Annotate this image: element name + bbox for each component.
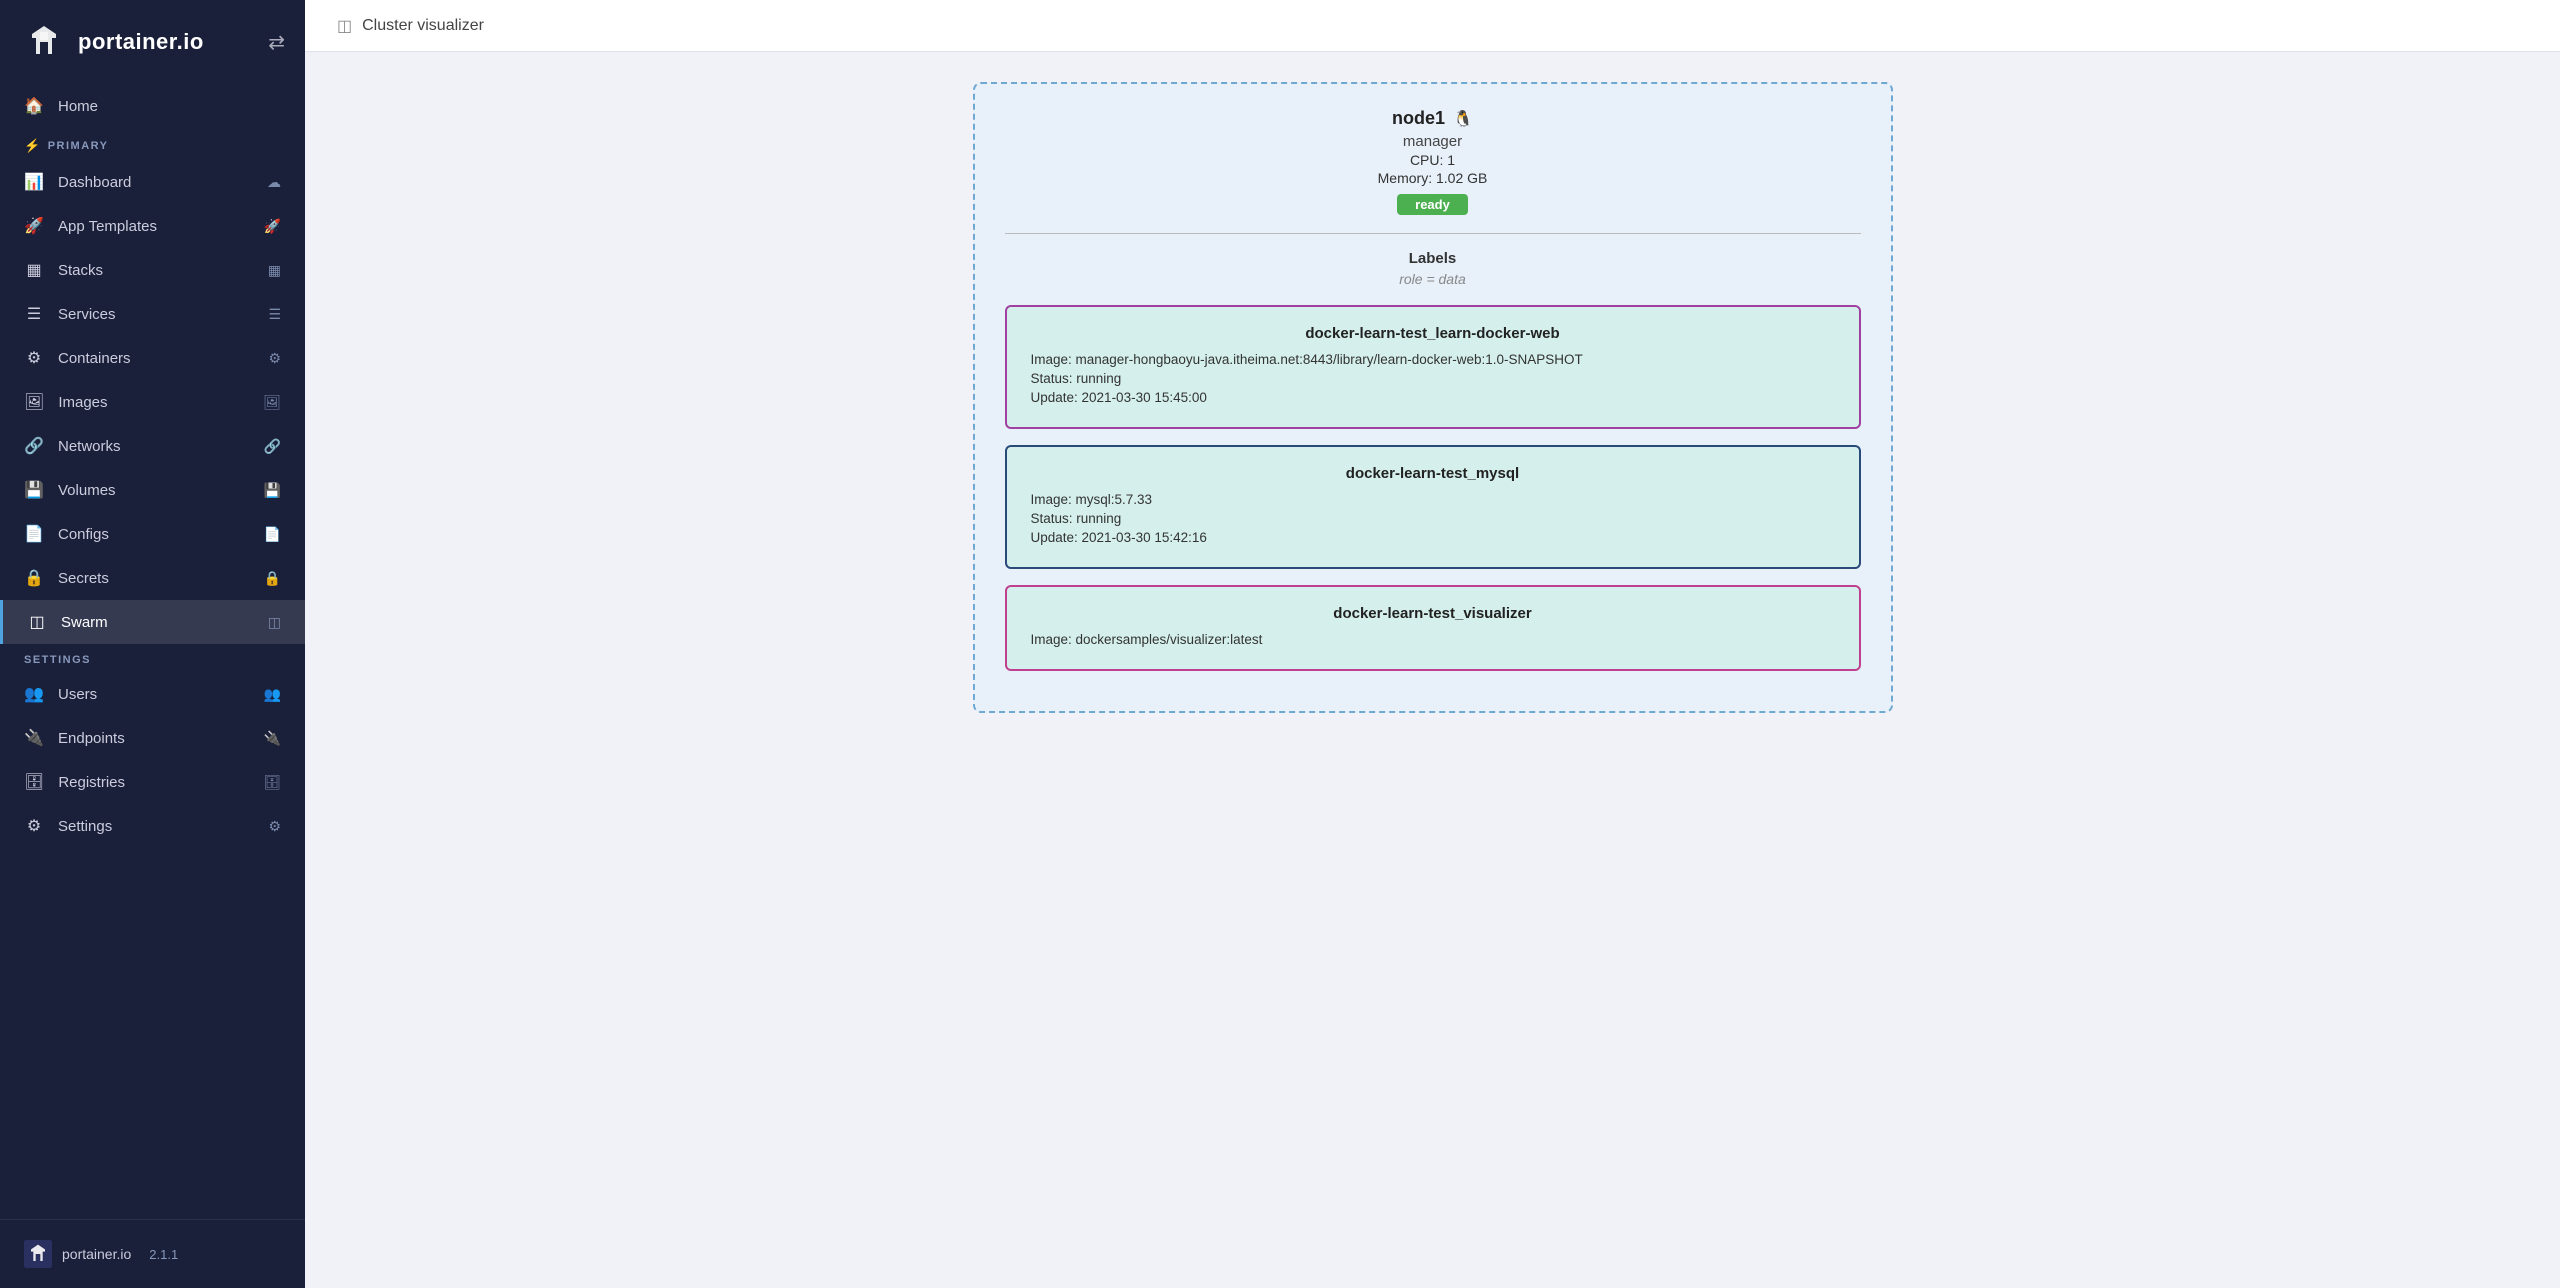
service-mysql-name: docker-learn-test_mysql [1031, 465, 1835, 482]
sidebar-registries-label: Registries [58, 774, 125, 791]
settings-section-label: SETTINGS [0, 644, 305, 672]
sidebar-item-users[interactable]: 👥 Users 👥 [0, 672, 305, 716]
app-templates-icon: 🚀 [24, 216, 44, 236]
service-visualizer-name: docker-learn-test_visualizer [1031, 605, 1835, 622]
labels-title: Labels [1005, 250, 1861, 267]
node-cpu: CPU: 1 [1005, 152, 1861, 168]
sidebar-services-label: Services [58, 306, 116, 323]
images-icon: 🖼 [24, 392, 44, 412]
service-web-name: docker-learn-test_learn-docker-web [1031, 325, 1835, 342]
sidebar-bottom-logo: portainer.io 2.1.1 [0, 1219, 305, 1288]
containers-icon: ⚙ [24, 348, 44, 368]
labels-section: Labels role = data [1005, 250, 1861, 287]
node-name: node1 [1392, 108, 1445, 129]
home-icon: 🏠 [24, 96, 44, 116]
page-title: Cluster visualizer [362, 17, 484, 35]
sidebar-switch-icon[interactable]: ⇄ [268, 30, 285, 55]
registries-icon: 🗄 [24, 772, 44, 792]
node-divider [1005, 233, 1861, 234]
sidebar-logo-text: portainer.io [78, 29, 204, 55]
sidebar-item-registries[interactable]: 🗄 Registries 🗄 [0, 760, 305, 804]
service-web-image: Image: manager-hongbaoyu-java.itheima.ne… [1031, 352, 1835, 367]
sidebar-item-stacks[interactable]: ▦ Stacks ▦ [0, 248, 305, 292]
sidebar-dashboard-label: Dashboard [58, 174, 131, 191]
sidebar-endpoints-label: Endpoints [58, 730, 125, 747]
service-visualizer-image: Image: dockersamples/visualizer:latest [1031, 632, 1835, 647]
service-mysql-update: Update: 2021-03-30 15:42:16 [1031, 530, 1835, 545]
configs-icon: 📄 [24, 524, 44, 544]
sidebar-secrets-label: Secrets [58, 570, 109, 587]
sidebar-home-label: Home [58, 98, 98, 115]
service-mysql-image: Image: mysql:5.7.33 [1031, 492, 1835, 507]
sidebar-item-networks[interactable]: 🔗 Networks 🔗 [0, 424, 305, 468]
topbar-swarm-icon: ◫ [337, 16, 352, 36]
sidebar-stacks-label: Stacks [58, 262, 103, 279]
ready-badge: ready [1397, 194, 1468, 215]
node-memory: Memory: 1.02 GB [1005, 170, 1861, 186]
sidebar-settings-label: Settings [58, 818, 112, 835]
sidebar-item-app-templates[interactable]: 🚀 App Templates 🚀 [0, 204, 305, 248]
main-area: ◫ Cluster visualizer node1 🐧 manager CPU… [305, 0, 2560, 1288]
sidebar-containers-label: Containers [58, 350, 131, 367]
sidebar-item-dashboard[interactable]: 📊 Dashboard ☁ [0, 160, 305, 204]
content-area: node1 🐧 manager CPU: 1 Memory: 1.02 GB r… [305, 52, 2560, 1288]
node-role: manager [1005, 133, 1861, 150]
secrets-icon: 🔒 [24, 568, 44, 588]
volumes-icon: 💾 [24, 480, 44, 500]
sidebar-swarm-label: Swarm [61, 614, 108, 631]
service-web-status: Status: running [1031, 371, 1835, 386]
sidebar-item-images[interactable]: 🖼 Images 🖼 [0, 380, 305, 424]
service-card-web: docker-learn-test_learn-docker-web Image… [1005, 305, 1861, 429]
linux-penguin-icon: 🐧 [1453, 109, 1473, 129]
swarm-icon: ◫ [27, 612, 47, 632]
sidebar-item-home[interactable]: 🏠 Home [0, 84, 305, 128]
sidebar-item-swarm[interactable]: ◫ Swarm ◫ [0, 600, 305, 644]
sidebar-users-label: Users [58, 686, 97, 703]
stacks-icon: ▦ [24, 260, 44, 280]
cluster-node-card: node1 🐧 manager CPU: 1 Memory: 1.02 GB r… [973, 82, 1893, 713]
service-card-mysql: docker-learn-test_mysql Image: mysql:5.7… [1005, 445, 1861, 569]
sidebar: portainer.io ⇄ 🏠 Home ⚡ PRIMARY 📊 Dashbo… [0, 0, 305, 1288]
sidebar-item-settings[interactable]: ⚙ Settings ⚙ [0, 804, 305, 848]
portainer-logo-icon [20, 18, 68, 66]
sidebar-item-endpoints[interactable]: 🔌 Endpoints 🔌 [0, 716, 305, 760]
sidebar-networks-label: Networks [58, 438, 121, 455]
node-name-row: node1 🐧 [1005, 108, 1861, 129]
portainer-bottom-text: portainer.io [62, 1246, 131, 1262]
sidebar-item-volumes[interactable]: 💾 Volumes 💾 [0, 468, 305, 512]
service-card-visualizer: docker-learn-test_visualizer Image: dock… [1005, 585, 1861, 671]
primary-section-label: ⚡ PRIMARY [0, 128, 305, 160]
settings-icon: ⚙ [24, 816, 44, 836]
dashboard-icon: 📊 [24, 172, 44, 192]
sidebar-app-templates-label: App Templates [58, 218, 157, 235]
portainer-version: 2.1.1 [149, 1247, 178, 1262]
networks-icon: 🔗 [24, 436, 44, 456]
node-header: node1 🐧 manager CPU: 1 Memory: 1.02 GB r… [1005, 108, 1861, 215]
sidebar-volumes-label: Volumes [58, 482, 116, 499]
sidebar-images-label: Images [58, 394, 107, 411]
sidebar-item-configs[interactable]: 📄 Configs 📄 [0, 512, 305, 556]
sidebar-item-services[interactable]: ☰ Services ☰ [0, 292, 305, 336]
service-web-update: Update: 2021-03-30 15:45:00 [1031, 390, 1835, 405]
endpoints-icon: 🔌 [24, 728, 44, 748]
services-icon: ☰ [24, 304, 44, 324]
sidebar-logo-area: portainer.io ⇄ [0, 0, 305, 84]
sidebar-item-containers[interactable]: ⚙ Containers ⚙ [0, 336, 305, 380]
portainer-bottom-logo-icon [24, 1240, 52, 1268]
labels-value: role = data [1005, 271, 1861, 287]
sidebar-configs-label: Configs [58, 526, 109, 543]
sidebar-item-secrets[interactable]: 🔒 Secrets 🔒 [0, 556, 305, 600]
users-icon: 👥 [24, 684, 44, 704]
service-mysql-status: Status: running [1031, 511, 1835, 526]
topbar: ◫ Cluster visualizer [305, 0, 2560, 52]
